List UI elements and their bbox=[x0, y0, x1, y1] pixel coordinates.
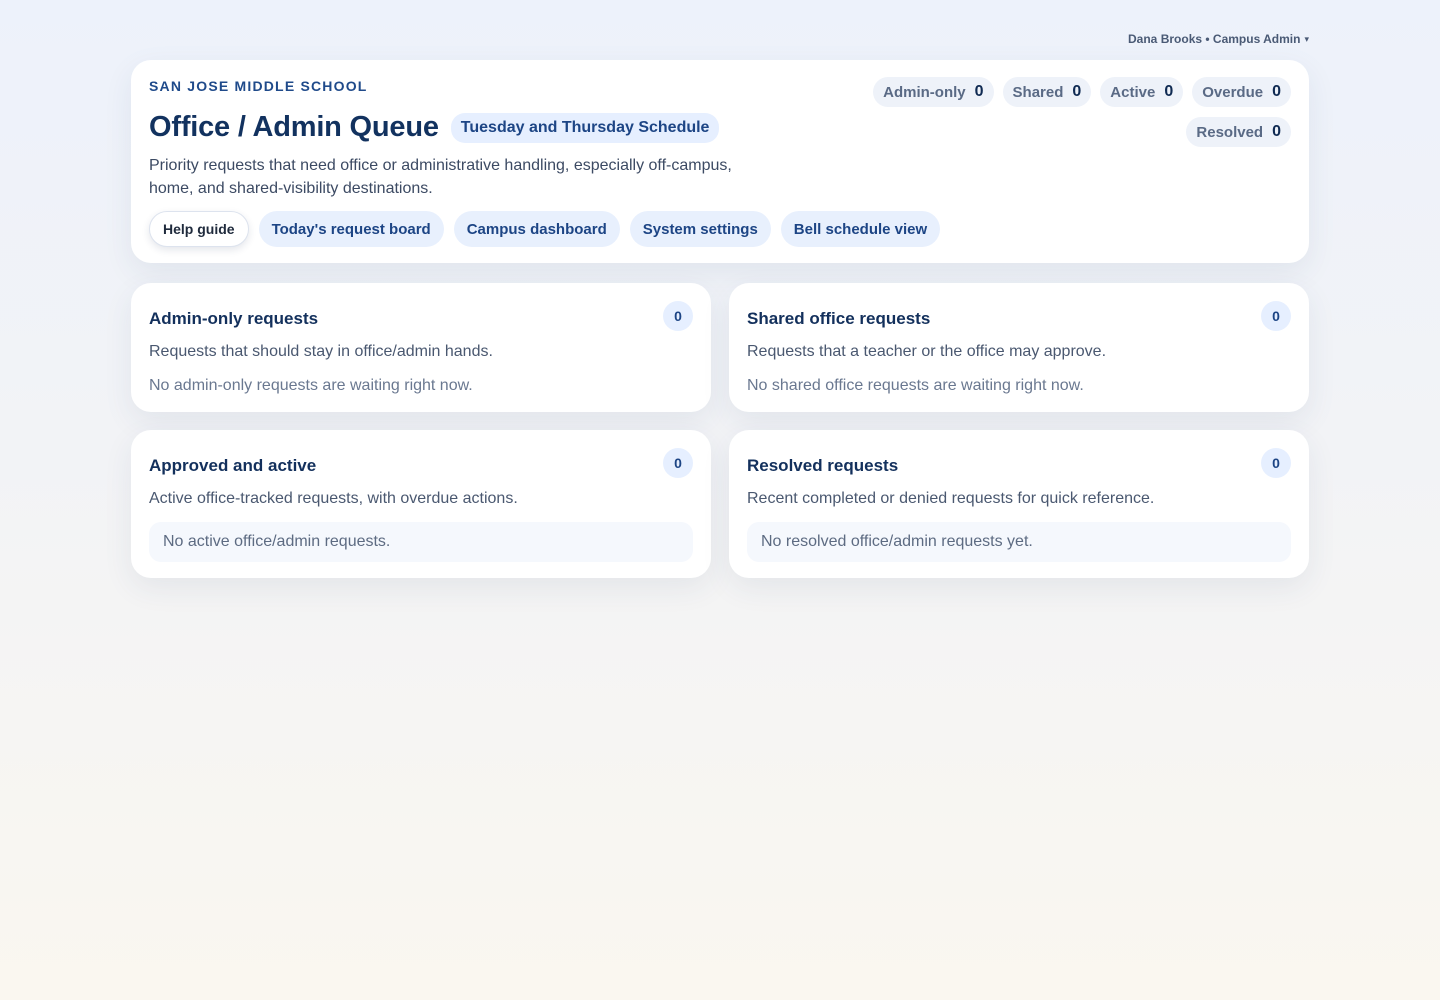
system-settings-button[interactable]: System settings bbox=[629, 211, 771, 247]
count-badge: 0 bbox=[1261, 448, 1291, 478]
card-title: Shared office requests bbox=[747, 308, 931, 328]
card-description: Requests that a teacher or the office ma… bbox=[747, 343, 1107, 360]
approved-active-card: Approved and active 0 Active office-trac… bbox=[131, 430, 711, 578]
resolved-requests-card: Resolved requests 0 Recent completed or … bbox=[729, 430, 1309, 578]
card-header: Shared office requests 0 bbox=[747, 301, 1291, 331]
page-description: Priority requests that need office or ad… bbox=[149, 157, 732, 197]
stat-label: Active bbox=[1110, 83, 1156, 101]
stat-value: 0 bbox=[1164, 83, 1174, 100]
stats-row: Admin-only 0 Shared 0 Active 0 Overdue 0 bbox=[861, 77, 1291, 107]
request-board-button[interactable]: Today's request board bbox=[258, 211, 444, 247]
user-menu[interactable]: Dana Brooks • Campus Admin ▾ bbox=[1128, 32, 1309, 46]
card-title: Admin-only requests bbox=[149, 308, 319, 328]
header-card: SAN JOSE MIDDLE SCHOOL Office / Admin Qu… bbox=[131, 60, 1309, 263]
card-description: Recent completed or denied requests for … bbox=[747, 490, 1155, 507]
empty-state: No resolved office/admin requests yet. bbox=[747, 522, 1291, 562]
help-guide-button[interactable]: Help guide bbox=[149, 211, 249, 247]
stat-value: 0 bbox=[1272, 83, 1281, 100]
bell-schedule-button[interactable]: Bell schedule view bbox=[780, 211, 941, 247]
card-description: Active office-tracked requests, with ove… bbox=[149, 490, 518, 507]
count-badge: 0 bbox=[663, 448, 693, 478]
card-title: Resolved requests bbox=[747, 455, 899, 475]
stat-value: 0 bbox=[1072, 83, 1082, 100]
action-bar: Help guide Today's request board Campus … bbox=[149, 211, 941, 247]
stat-label: Admin-only bbox=[883, 83, 966, 101]
card-title: Approved and active bbox=[149, 455, 317, 475]
stat-label: Overdue bbox=[1202, 83, 1264, 101]
count-badge: 0 bbox=[663, 301, 693, 331]
card-header: Admin-only requests 0 bbox=[149, 301, 693, 331]
empty-state: No active office/admin requests. bbox=[149, 522, 693, 562]
stat-admin-only: Admin-only 0 bbox=[873, 77, 994, 107]
stat-label: Shared bbox=[1012, 83, 1064, 101]
page-title: Office / Admin Queue bbox=[149, 111, 439, 143]
card-header: Resolved requests 0 bbox=[747, 448, 1291, 478]
count-badge: 0 bbox=[1261, 301, 1291, 331]
stat-resolved: Resolved 0 bbox=[1186, 117, 1291, 147]
stat-value: 0 bbox=[974, 83, 984, 100]
card-description: Requests that should stay in office/admi… bbox=[149, 343, 493, 360]
user-menu-label: Dana Brooks • Campus Admin bbox=[1128, 32, 1301, 46]
stat-label: Resolved bbox=[1196, 123, 1264, 141]
stat-active: Active 0 bbox=[1100, 77, 1184, 107]
stats-summary: Admin-only 0 Shared 0 Active 0 Overdue 0… bbox=[861, 77, 1291, 157]
shared-office-card: Shared office requests 0 Requests that a… bbox=[729, 283, 1309, 412]
admin-only-card: Admin-only requests 0 Requests that shou… bbox=[131, 283, 711, 412]
empty-state: No shared office requests are waiting ri… bbox=[747, 377, 1084, 394]
stat-value: 0 bbox=[1272, 123, 1281, 140]
stat-shared: Shared 0 bbox=[1002, 77, 1092, 107]
chevron-down-icon: ▾ bbox=[1304, 33, 1309, 44]
stat-overdue: Overdue 0 bbox=[1192, 77, 1291, 107]
schedule-badge: Tuesday and Thursday Schedule bbox=[450, 112, 720, 143]
stats-row: Resolved 0 bbox=[861, 117, 1291, 147]
campus-dashboard-button[interactable]: Campus dashboard bbox=[453, 211, 620, 247]
card-header: Approved and active 0 bbox=[149, 448, 693, 478]
empty-state: No admin-only requests are waiting right… bbox=[149, 377, 473, 394]
